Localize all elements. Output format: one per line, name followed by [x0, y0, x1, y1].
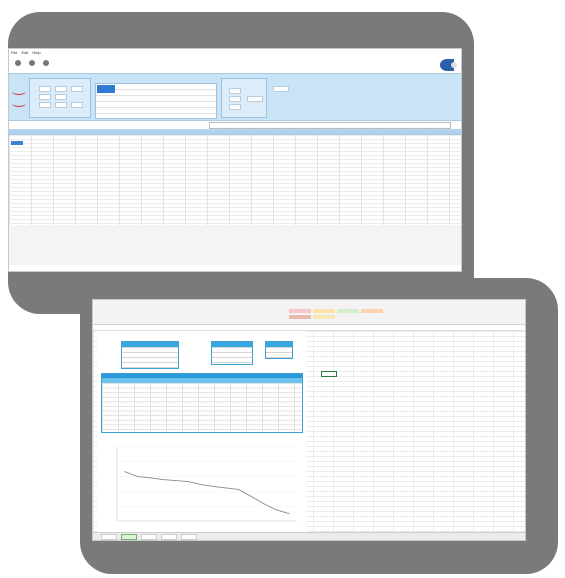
search-input[interactable]	[209, 122, 451, 129]
ribbon	[93, 300, 525, 325]
sheet-tab[interactable]	[121, 533, 137, 540]
results-grid	[9, 135, 461, 265]
chart-plot	[116, 446, 297, 522]
option-field[interactable]	[273, 86, 289, 92]
param-field[interactable]	[55, 86, 67, 92]
report-page	[97, 331, 307, 533]
style-note[interactable]	[313, 315, 335, 319]
data-point	[124, 471, 126, 473]
style-check[interactable]	[289, 315, 311, 319]
line-chart	[101, 435, 303, 527]
output-field[interactable]	[229, 88, 241, 94]
curve-preview-icon	[12, 88, 26, 95]
logo-mark-icon	[440, 59, 457, 71]
output-field[interactable]	[229, 96, 241, 102]
data-point	[250, 495, 252, 497]
empty-area	[9, 225, 461, 265]
toolbar-button-2[interactable]	[27, 59, 36, 71]
input-table	[121, 341, 179, 369]
style-neutral[interactable]	[313, 309, 335, 313]
sheet-tab[interactable]	[161, 533, 177, 540]
selected-row[interactable]	[97, 85, 115, 93]
data-point	[238, 488, 240, 490]
menu-item-help[interactable]: Help	[32, 49, 40, 57]
data-point	[212, 485, 214, 487]
curve-preview-icon	[12, 100, 26, 107]
style-good[interactable]	[289, 309, 311, 313]
active-cell[interactable]	[321, 371, 337, 377]
data-point	[275, 509, 277, 511]
output-field[interactable]	[229, 104, 241, 110]
parameters-panel	[9, 73, 461, 121]
analysis-app-window: File Edit Help	[8, 48, 462, 272]
parameter-table	[95, 83, 217, 119]
summary-table	[265, 341, 293, 359]
sheet-tab[interactable]	[141, 533, 157, 540]
output-field[interactable]	[247, 96, 263, 102]
data-point	[225, 487, 227, 489]
toolbar-button-1[interactable]	[13, 59, 22, 71]
param-field[interactable]	[39, 102, 51, 108]
user-icon	[28, 59, 35, 66]
toolbar	[9, 57, 461, 73]
style-bad[interactable]	[337, 309, 359, 313]
menu-item-file[interactable]: File	[11, 49, 17, 57]
series-line	[124, 471, 290, 515]
excel-window	[92, 299, 526, 541]
result-table	[211, 341, 253, 365]
data-point	[137, 476, 139, 478]
data-point	[187, 481, 189, 483]
data-point	[149, 477, 151, 479]
data-point	[162, 479, 164, 481]
data-point	[200, 483, 202, 485]
sheet-tabs	[93, 532, 525, 540]
user-icon	[42, 59, 49, 66]
spreadsheet-grid[interactable]	[93, 331, 525, 533]
selected-cell[interactable]	[11, 141, 23, 145]
sheet-tab[interactable]	[181, 533, 197, 540]
sheet-tab[interactable]	[101, 533, 117, 540]
param-field[interactable]	[71, 86, 83, 92]
menu-bar: File Edit Help	[9, 49, 461, 57]
param-field[interactable]	[39, 86, 51, 92]
search-row	[9, 121, 461, 129]
data-table	[101, 373, 303, 433]
company-logo	[440, 59, 457, 71]
menu-item-edit[interactable]: Edit	[21, 49, 28, 57]
style-calculation[interactable]	[361, 309, 383, 313]
param-field[interactable]	[55, 94, 67, 100]
user-icon	[14, 59, 21, 66]
toolbar-button-3[interactable]	[41, 59, 50, 71]
param-field[interactable]	[71, 102, 83, 108]
param-field[interactable]	[39, 94, 51, 100]
param-field[interactable]	[55, 102, 67, 108]
data-point	[263, 503, 265, 505]
data-point	[288, 513, 290, 515]
data-point	[174, 480, 176, 482]
